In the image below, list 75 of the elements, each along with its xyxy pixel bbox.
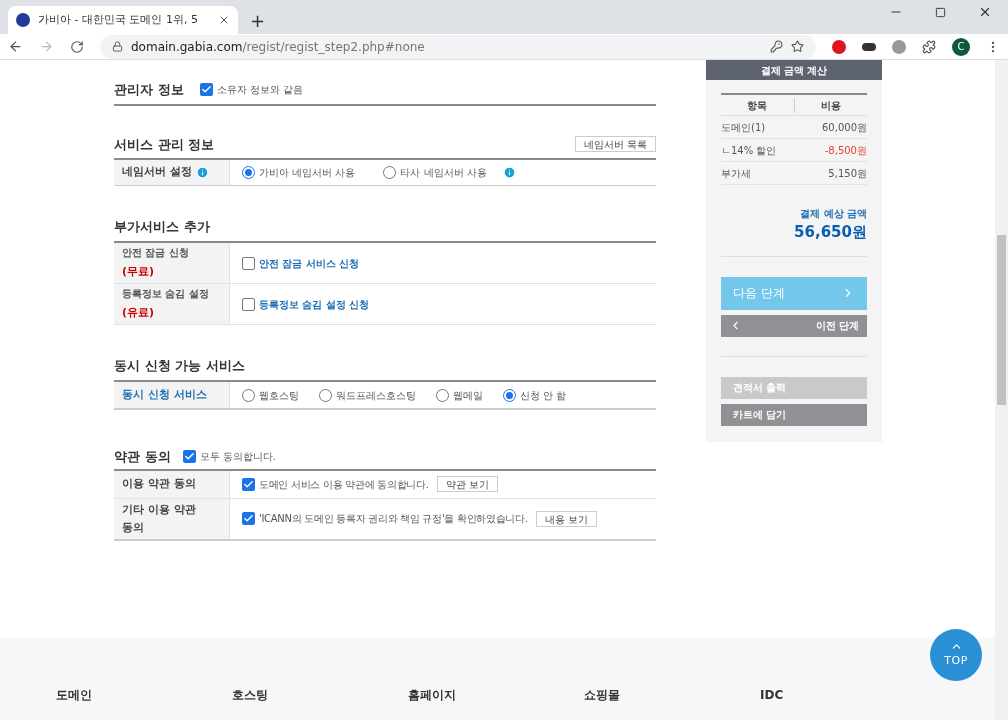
item-cell-text: 부가세: [721, 166, 751, 181]
radio-button[interactable]: [319, 388, 332, 402]
cost-cell-text: -8,500원: [824, 143, 867, 158]
summary-header: 결제 금액 계산: [706, 60, 882, 80]
row-label: 등록정보 숨김 설정: [122, 286, 210, 301]
extensions-icon[interactable]: [922, 39, 936, 54]
agreement-text: 도메인 서비스 이용 약관에 동의합니다.: [259, 477, 429, 492]
checkbox-label: 소유자 정보와 같음: [216, 83, 303, 98]
row-label: 이용 약관 동의: [122, 476, 197, 492]
footer-heading[interactable]: 도메인: [56, 686, 232, 704]
scroll-top-button[interactable]: TOP: [930, 629, 982, 681]
new-tab-button[interactable]: +: [238, 6, 278, 34]
lock-icon: [112, 41, 123, 52]
radio-button[interactable]: [383, 166, 397, 179]
service-link[interactable]: 안전 잠금 서비스 신청: [259, 255, 360, 271]
total-amount: 56,650원: [721, 221, 867, 257]
item-cell-text: ㄴ14% 할인: [721, 143, 777, 158]
info-icon[interactable]: [195, 166, 209, 179]
radio-button[interactable]: [242, 388, 255, 402]
item-cell-text: 도메인(1): [721, 120, 766, 135]
url-text: domain.gabia.com/regist/regist_step2.php#none: [131, 38, 425, 56]
total-label: 결제 예상 금액: [799, 207, 867, 221]
section-title: 서비스 관리 정보: [114, 135, 215, 154]
scrollbar[interactable]: [995, 60, 1008, 720]
checkbox[interactable]: [242, 297, 255, 311]
footer-heading[interactable]: 호스팅: [232, 686, 408, 704]
agreement-text: 'ICANN의 도메인 등록자 권리와 책임 규정'을 확인하였습니다.: [259, 512, 528, 526]
extension-icon[interactable]: [862, 42, 876, 51]
checkbox[interactable]: [182, 450, 196, 464]
radio-label: 웹호스팅: [259, 388, 299, 403]
tab-title: 가비아 - 대한민국 도메인 1위, 5: [38, 11, 199, 28]
maximize-icon[interactable]: [935, 6, 946, 18]
section-title: 동시 신청 가능 서비스: [114, 358, 245, 373]
column-header: 항목: [721, 97, 795, 113]
close-icon[interactable]: [218, 14, 230, 26]
price-label: (유료): [122, 304, 156, 321]
row-label: 안전 잠금 신청: [122, 245, 190, 260]
radio-label: 워드프레스호스팅: [336, 388, 416, 403]
close-icon[interactable]: [978, 5, 992, 19]
radio-label: 가비아 네임서버 사용: [259, 166, 356, 180]
service-link[interactable]: 등록정보 숨김 설정 신청: [259, 296, 370, 312]
view-button[interactable]: 내용 보기: [535, 510, 597, 527]
price-label: (무료): [122, 263, 156, 280]
radio-label: 웹메일: [453, 388, 483, 403]
info-icon[interactable]: [502, 166, 516, 179]
cost-cell-text: 5,150원: [828, 166, 867, 181]
view-button[interactable]: 약관 보기: [436, 476, 498, 492]
radio-button[interactable]: [436, 388, 449, 402]
key-icon[interactable]: [770, 40, 783, 53]
profile-avatar[interactable]: C: [952, 37, 970, 56]
reload-icon[interactable]: [70, 39, 84, 54]
checkbox[interactable]: [199, 83, 213, 97]
radio-label: 신청 안 함: [520, 388, 567, 403]
row-label: 기타 이용 약관 동의: [122, 501, 197, 536]
section-title: 약관 동의: [114, 448, 171, 466]
star-icon[interactable]: [791, 40, 804, 53]
footer-heading[interactable]: IDC: [760, 686, 936, 704]
column-header: 비용: [819, 98, 842, 113]
row-label: 네임서버 설정: [122, 164, 192, 181]
checkbox[interactable]: [242, 256, 255, 270]
checkbox-label: 모두 동의합니다.: [199, 450, 276, 465]
cost-cell-text: 60,000원: [822, 120, 867, 135]
checkbox[interactable]: [242, 512, 255, 525]
radio-label: 타사 네임서버 사용: [400, 166, 487, 180]
address-bar[interactable]: domain.gabia.com/regist/regist_step2.php#none: [100, 34, 816, 59]
row-label: 동시 신청 서비스: [122, 386, 208, 403]
footer-heading[interactable]: 홈페이지: [408, 686, 584, 704]
back-icon[interactable]: [8, 39, 23, 54]
nameserver-list-button[interactable]: 네임서버 목록: [574, 136, 656, 153]
section-title: 관리자 정보: [114, 81, 184, 99]
checkbox[interactable]: [242, 477, 255, 491]
site-logo-icon: [16, 13, 30, 27]
footer-heading[interactable]: 쇼핑몰: [584, 686, 760, 704]
section-title: 부가서비스 추가: [114, 219, 210, 234]
browser-tab[interactable]: 가비아 - 대한민국 도메인 1위, 5: [8, 6, 238, 34]
